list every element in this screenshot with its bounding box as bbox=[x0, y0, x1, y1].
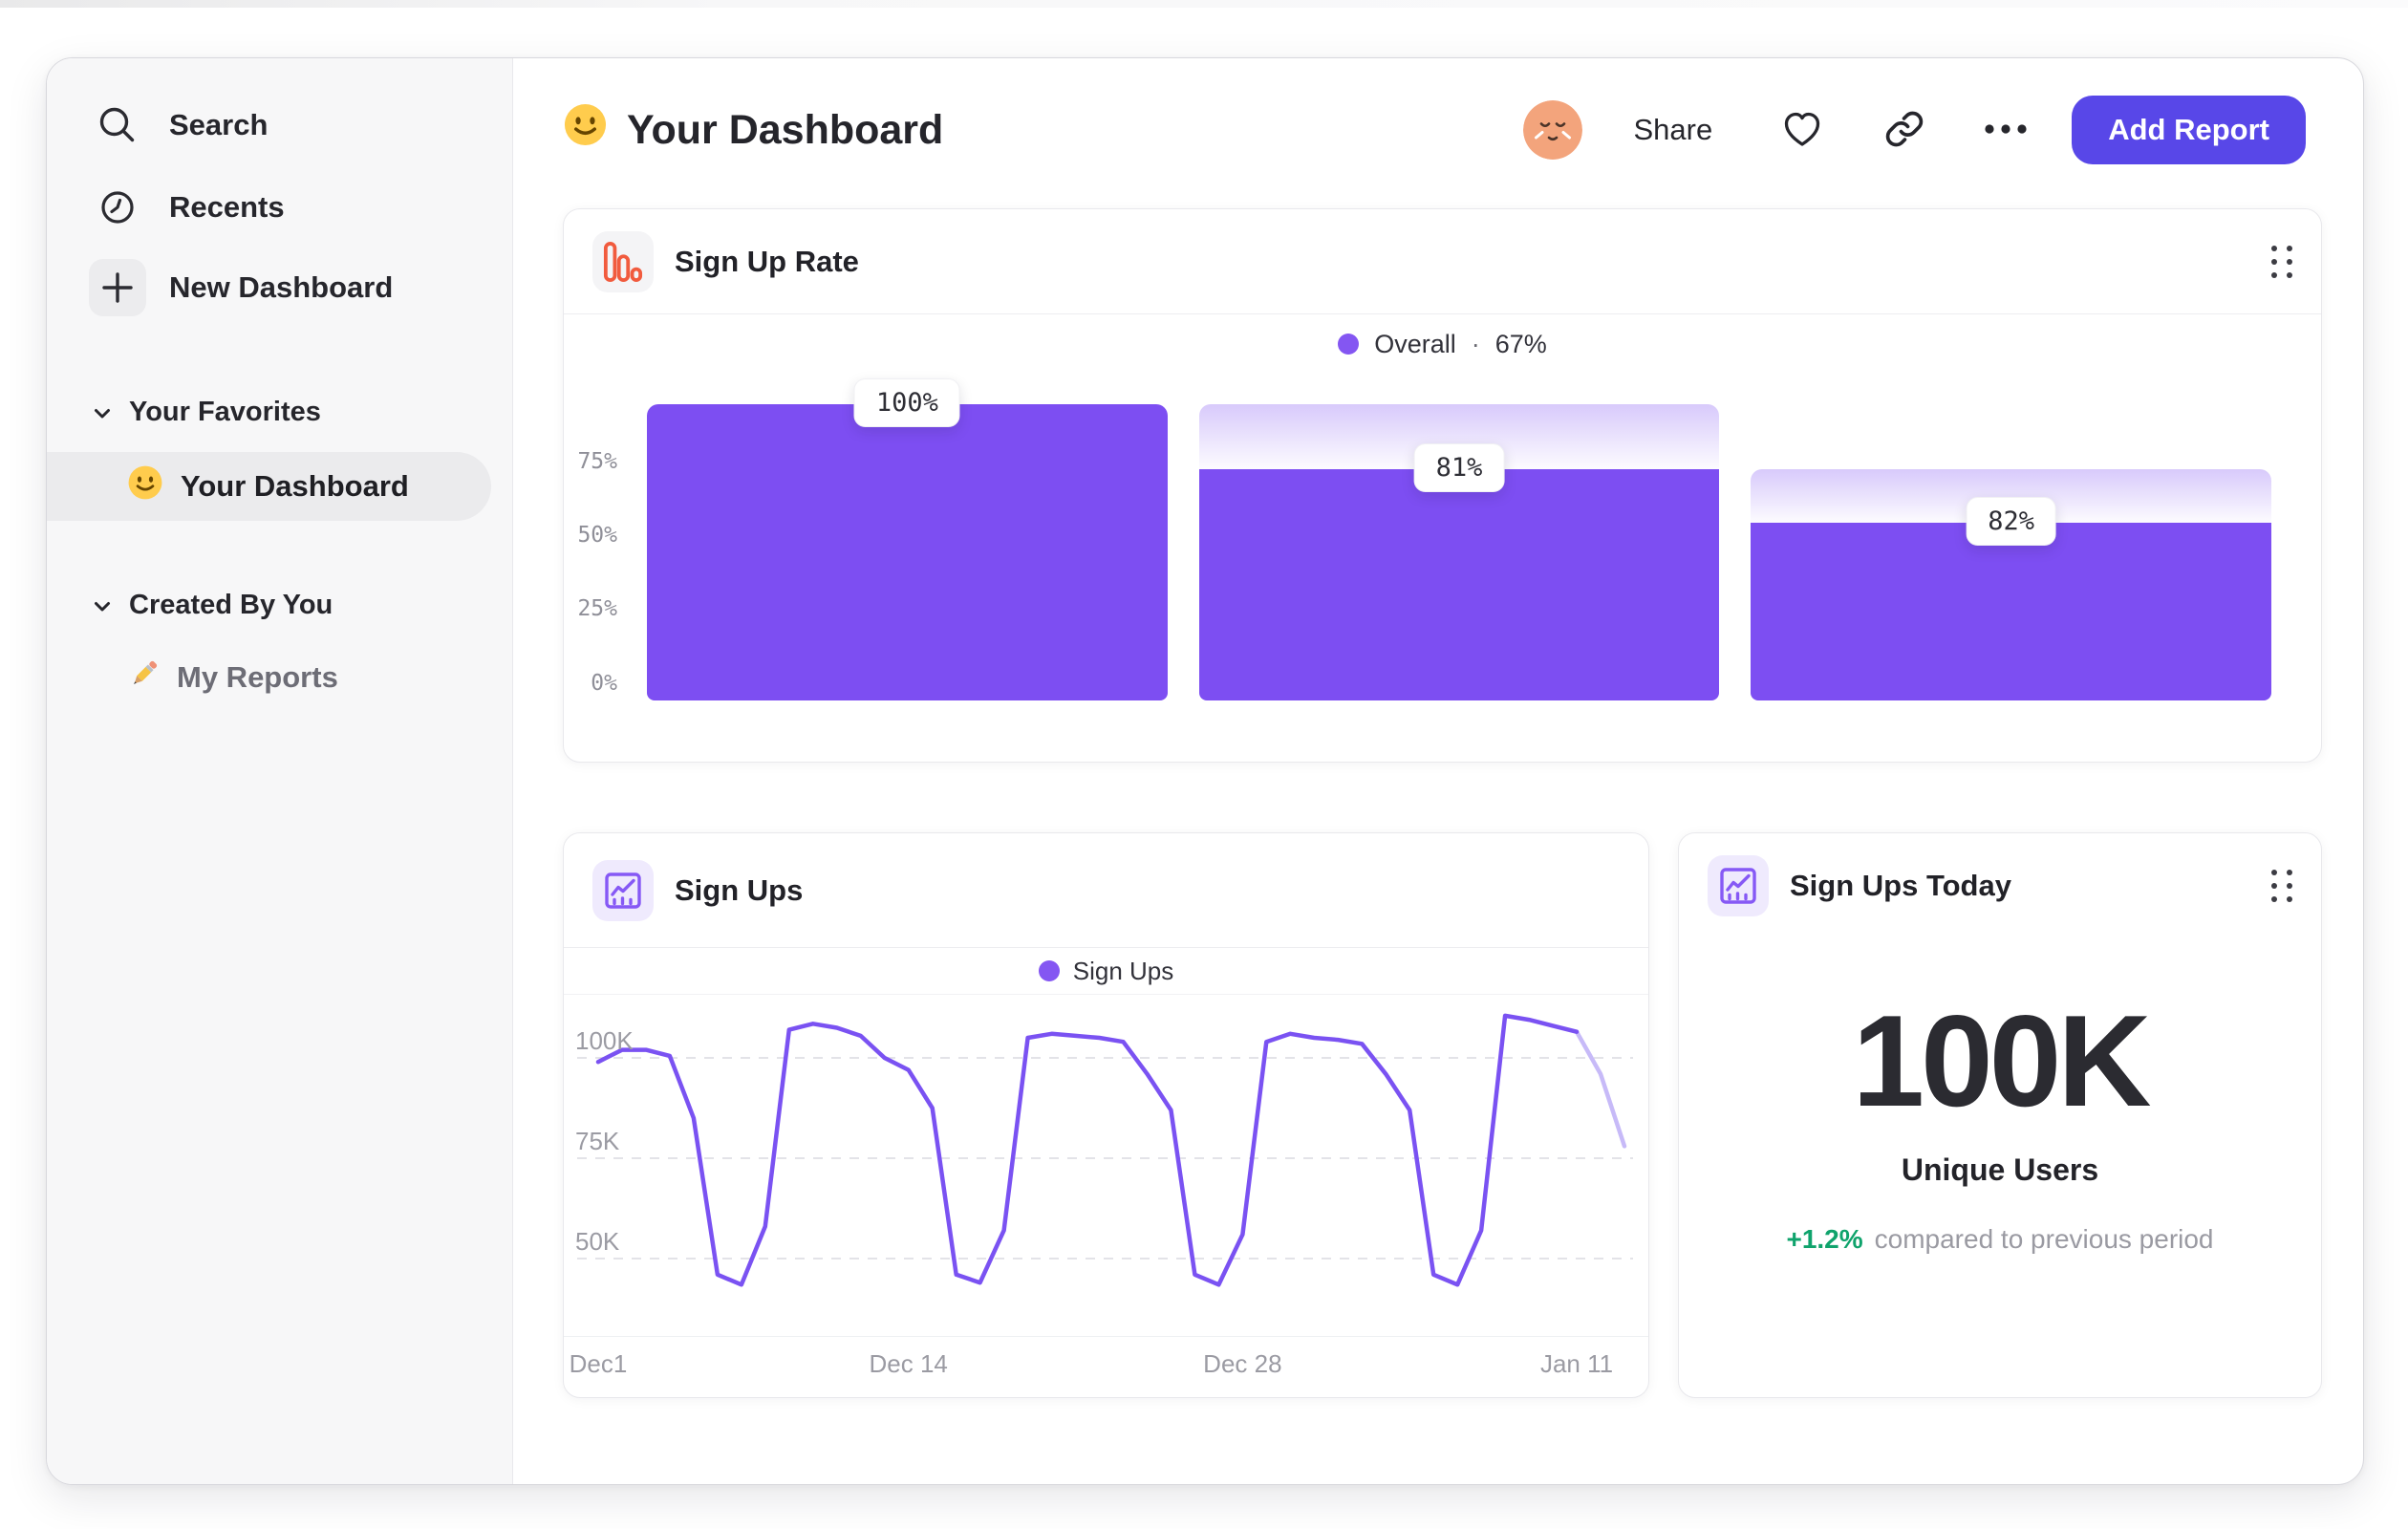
background-top-strip bbox=[0, 0, 2408, 8]
drag-handle-icon[interactable] bbox=[2271, 870, 2292, 902]
sidebar: Search Recents New Dashboard Your Favori… bbox=[47, 58, 513, 1484]
plus-icon bbox=[89, 259, 146, 316]
sidebar-item-my-reports[interactable]: My Reports bbox=[127, 651, 338, 704]
sidebar-section-label: Your Favorites bbox=[129, 396, 321, 427]
metric-delta-row: +1.2% compared to previous period bbox=[1679, 1224, 2321, 1255]
legend-label: Sign Ups bbox=[1072, 956, 1174, 985]
bar-chart-icon bbox=[592, 230, 654, 292]
line-series bbox=[595, 1013, 1580, 1287]
avatar[interactable] bbox=[1522, 100, 1582, 160]
sidebar-item-label: Recents bbox=[169, 190, 285, 224]
header-actions: Share Add Report bbox=[1522, 96, 2306, 164]
search-icon bbox=[89, 97, 146, 154]
funnel-bars: 100% 1 Home page 81% 2 Sign Up 82% bbox=[647, 378, 2272, 935]
sidebar-item-search[interactable]: Search bbox=[89, 95, 268, 156]
funnel-value-chip: 100% bbox=[853, 378, 960, 427]
y-axis-tick: 0% bbox=[591, 671, 617, 696]
link-icon bbox=[1884, 109, 1924, 152]
y-axis-tick: 100K bbox=[575, 1026, 634, 1055]
sidebar-item-recents[interactable]: Recents bbox=[89, 177, 285, 238]
x-axis-tick: Dec 14 bbox=[869, 1349, 948, 1378]
legend-dot bbox=[1038, 960, 1060, 981]
metric-value: 100K bbox=[1852, 988, 2151, 1133]
sidebar-item-your-dashboard[interactable]: Your Dashboard bbox=[47, 452, 491, 521]
share-button[interactable]: Share bbox=[1628, 112, 1719, 148]
smiley-emoji-icon bbox=[127, 464, 163, 508]
funnel-bar-fill bbox=[1198, 469, 1720, 700]
sidebar-section-created-by-you[interactable]: Created By You bbox=[93, 584, 333, 626]
x-axis-tick: Jan 11 bbox=[1539, 1349, 1614, 1378]
card-header: Sign Ups Today bbox=[1679, 833, 2321, 938]
favorite-button[interactable] bbox=[1781, 109, 1823, 152]
sidebar-item-label: Your Dashboard bbox=[181, 469, 409, 503]
legend-value: 67% bbox=[1494, 329, 1547, 358]
line-chart-plot: 100K 75K 50K bbox=[564, 995, 1646, 1336]
chevron-down-icon bbox=[93, 397, 112, 428]
chevron-down-icon bbox=[93, 590, 112, 621]
funnel-bar-sign-up-confirmation: 82% 3 Sign Up Confirmation bbox=[1751, 404, 2272, 935]
funnel-value-chip: 81% bbox=[1413, 443, 1505, 493]
metric-label: Unique Users bbox=[1901, 1152, 2099, 1187]
sidebar-item-label: Search bbox=[169, 108, 269, 141]
page-header: Your Dashboard Share Add Report bbox=[563, 89, 2306, 171]
more-options-button[interactable] bbox=[1984, 123, 2028, 138]
line-chart-icon bbox=[592, 859, 654, 921]
sidebar-item-label: New Dashboard bbox=[169, 270, 394, 304]
clock-icon bbox=[89, 179, 146, 236]
y-axis-tick: 75% bbox=[577, 449, 617, 474]
funnel-value-chip: 82% bbox=[1966, 497, 2057, 546]
ellipsis-icon bbox=[1984, 123, 2028, 138]
legend-separator: · bbox=[1471, 329, 1480, 358]
line-chart-icon bbox=[1708, 855, 1769, 916]
sidebar-item-label: My Reports bbox=[177, 660, 338, 694]
card-sign-up-rate: Sign Up Rate Overall · 67% 75% 50% 25% 0… bbox=[563, 208, 2322, 935]
drag-handle-icon[interactable] bbox=[2271, 245, 2292, 278]
x-axis-tick: Dec1 bbox=[569, 1349, 628, 1378]
line-chart-svg bbox=[577, 1013, 1633, 1287]
card-title: Sign Ups bbox=[675, 872, 804, 907]
add-report-button[interactable]: Add Report bbox=[2072, 96, 2306, 164]
page-title-text: Your Dashboard bbox=[627, 106, 944, 153]
funnel-legend: Overall · 67% bbox=[564, 314, 2321, 374]
line-series-faded bbox=[1574, 1029, 1627, 1149]
funnel-bar-fill bbox=[1751, 523, 2272, 700]
card-title: Sign Up Rate bbox=[675, 244, 859, 278]
heart-icon bbox=[1781, 109, 1823, 152]
smiley-emoji-icon bbox=[563, 102, 608, 158]
page-title: Your Dashboard bbox=[563, 102, 943, 158]
sidebar-section-label: Created By You bbox=[129, 589, 333, 620]
card-sign-ups-today: Sign Ups Today 100K Unique Users +1.2% co… bbox=[1678, 832, 2322, 1398]
copy-link-button[interactable] bbox=[1884, 109, 1924, 152]
funnel-bar-fill bbox=[647, 404, 1168, 700]
y-axis-tick: 75K bbox=[575, 1127, 620, 1155]
card-header: Sign Up Rate bbox=[564, 209, 2321, 314]
card-title: Sign Ups Today bbox=[1790, 869, 2011, 902]
card-header: Sign Ups bbox=[564, 833, 1648, 948]
delta-note: compared to previous period bbox=[1874, 1224, 2214, 1254]
pencil-emoji-icon bbox=[127, 657, 161, 699]
sidebar-item-new-dashboard[interactable]: New Dashboard bbox=[89, 257, 393, 318]
funnel-bar-sign-up: 81% 2 Sign Up bbox=[1198, 404, 1720, 935]
line-legend: Sign Ups bbox=[564, 948, 1648, 995]
y-axis-tick: 25% bbox=[577, 596, 617, 621]
y-axis-tick: 50% bbox=[577, 523, 617, 548]
delta-badge: +1.2% bbox=[1786, 1224, 1863, 1254]
legend-dot bbox=[1338, 334, 1360, 355]
metric-body: 100K Unique Users +1.2% compared to previ… bbox=[1679, 996, 2321, 1255]
card-sign-ups: Sign Ups Sign Ups 100K 75K 50K Dec1 Dec … bbox=[563, 832, 1649, 1398]
legend-label: Overall bbox=[1374, 329, 1456, 358]
x-axis-line bbox=[564, 1336, 1648, 1337]
funnel-bar-home-page: 100% 1 Home page bbox=[647, 378, 1168, 935]
y-axis-tick: 50K bbox=[575, 1227, 620, 1256]
x-axis-tick: Dec 28 bbox=[1203, 1349, 1282, 1378]
app-window: Search Recents New Dashboard Your Favori… bbox=[46, 57, 2364, 1485]
sidebar-section-your-favorites[interactable]: Your Favorites bbox=[93, 391, 321, 433]
